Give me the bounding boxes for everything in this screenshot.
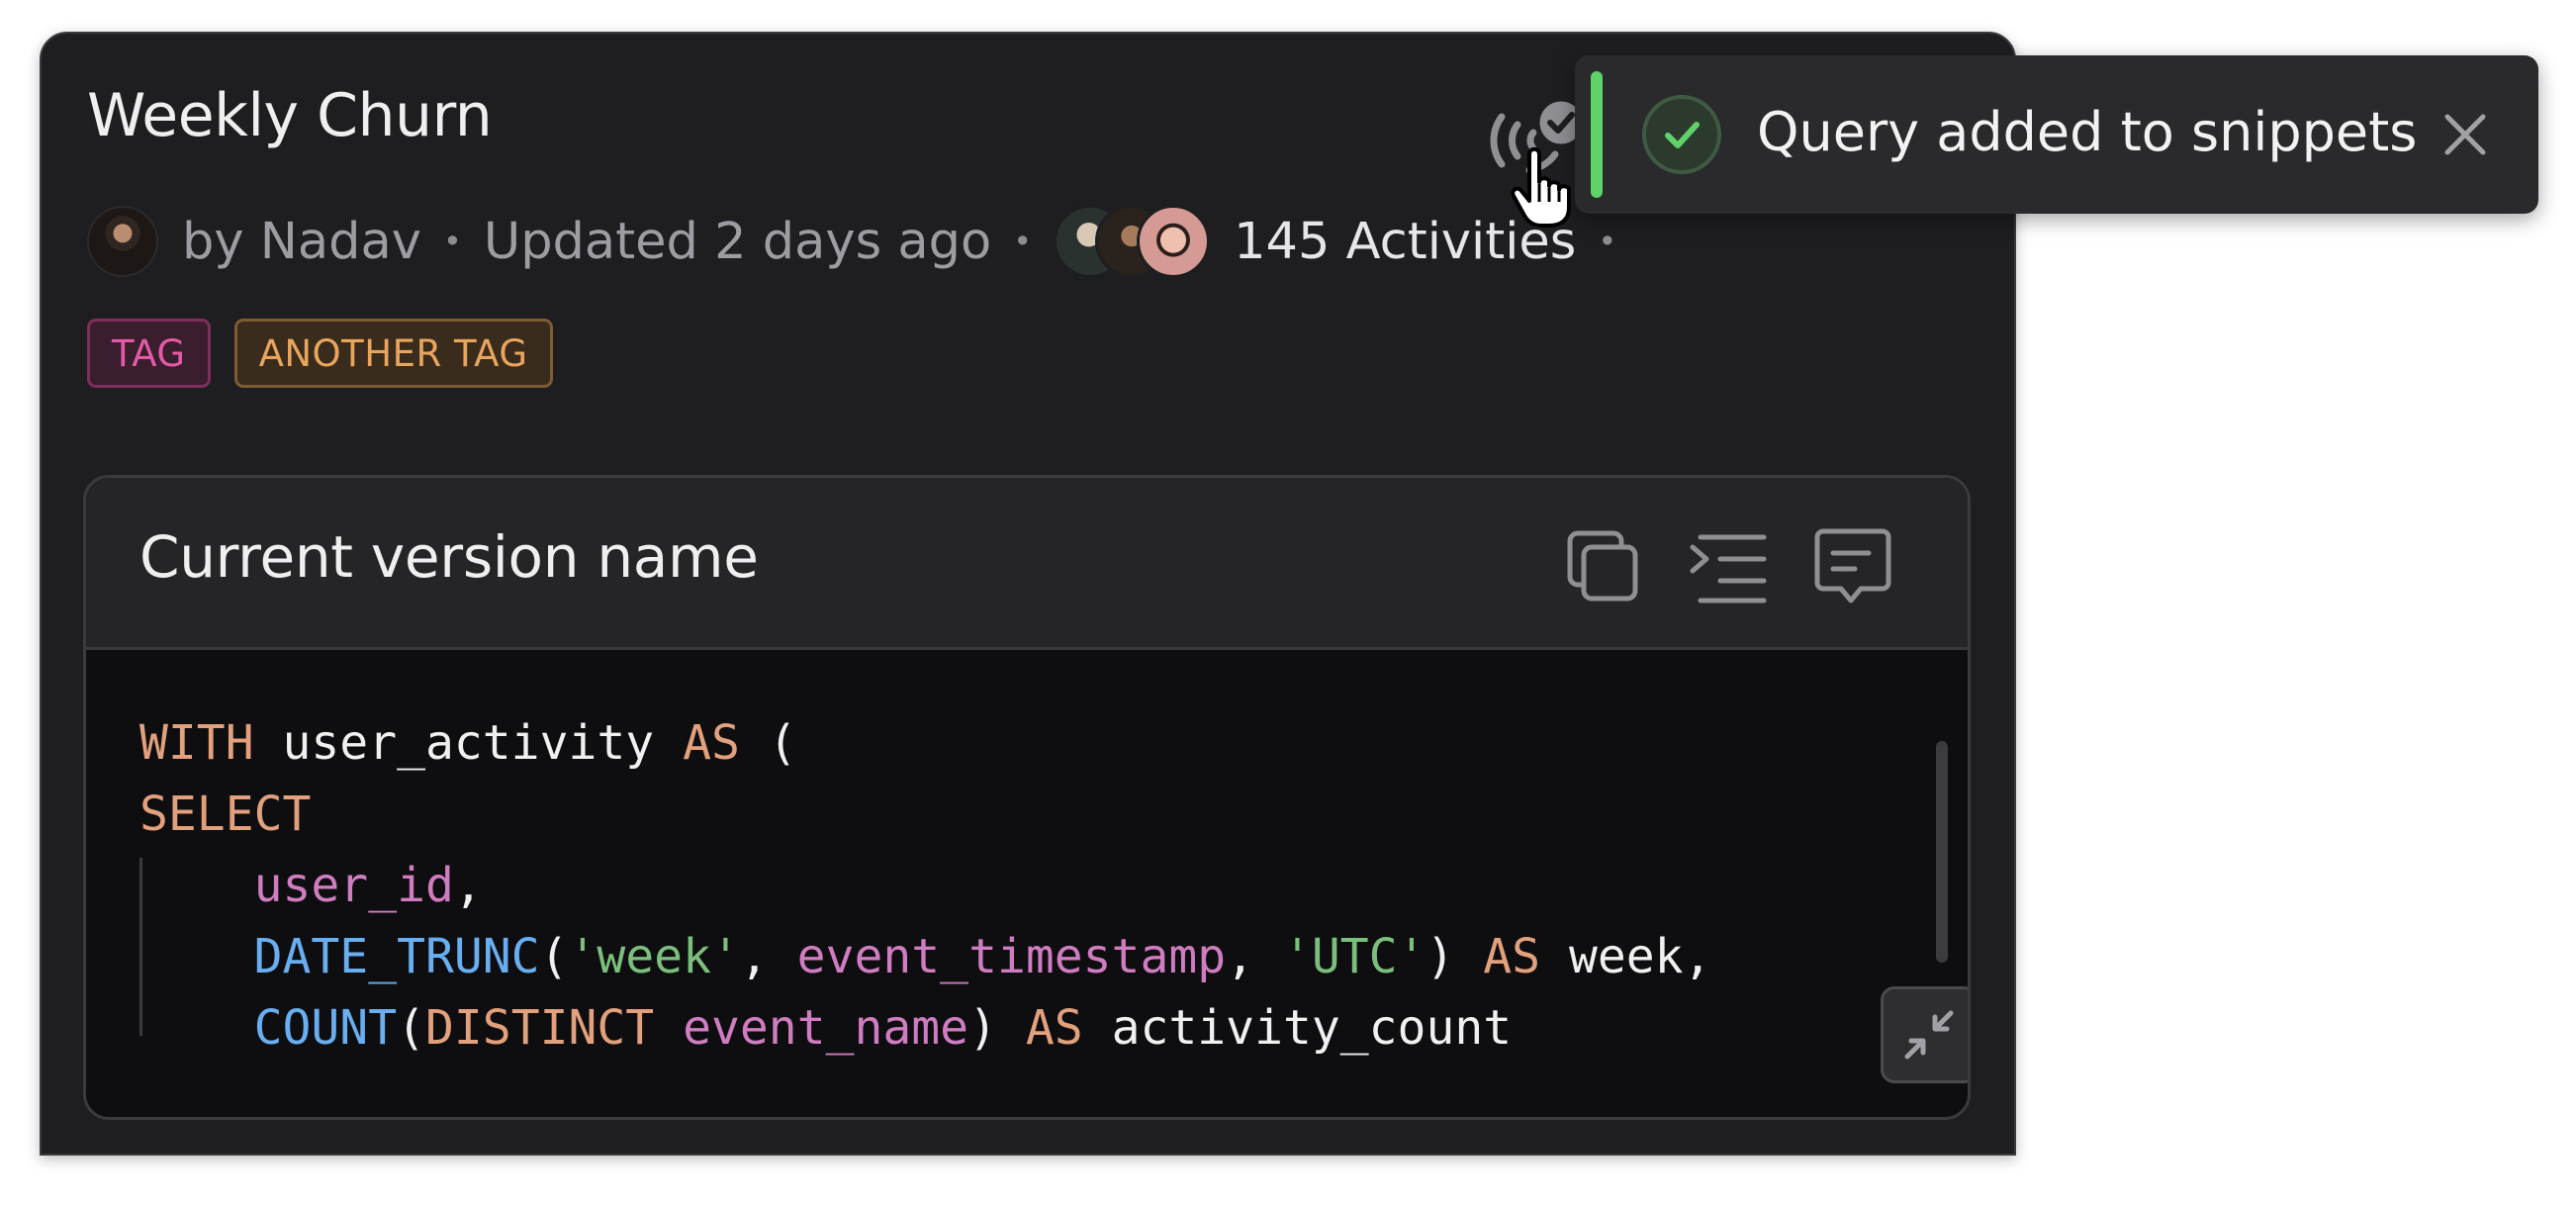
code-token: activity_count (1082, 1000, 1513, 1056)
separator-dot: • (1598, 223, 1617, 260)
code-token: event_name (683, 1000, 969, 1056)
comment-icon[interactable] (1811, 525, 1894, 608)
code-token: , (1226, 929, 1283, 984)
code-token: ( (397, 1000, 425, 1056)
code-token: 'UTC' (1282, 929, 1426, 984)
tag-badge[interactable]: TAG (87, 319, 211, 388)
code-token: DATE_TRUNC (253, 929, 540, 984)
code-token: ) (1426, 929, 1484, 984)
query-title: Weekly Churn (87, 81, 493, 150)
code-token: COUNT (253, 1000, 398, 1056)
meta-row: by Nadav • Updated 2 days ago • 145 Acti… (87, 204, 1638, 279)
code-token: ( (539, 929, 569, 984)
collapse-button[interactable] (1881, 986, 1968, 1083)
close-icon (2444, 114, 2486, 155)
code-token: user_activity (253, 715, 684, 771)
code-token: , (739, 929, 797, 984)
code-line: DATE_TRUNC('week', event_timestamp, 'UTC… (139, 921, 1712, 992)
tag-badge[interactable]: ANOTHER TAG (233, 319, 553, 388)
code-token: week, (1540, 929, 1712, 984)
close-button[interactable] (2430, 99, 2501, 170)
collapse-icon (1904, 1010, 1954, 1060)
check-circle-icon (1642, 95, 1721, 174)
tag-list: TAG ANOTHER TAG (87, 319, 553, 388)
avatar (1137, 205, 1211, 278)
success-toast: Query added to snippets (1575, 55, 2538, 214)
version-name: Current version name (139, 523, 759, 591)
author-name[interactable]: by Nadav (182, 213, 421, 271)
code-line: user_id, (139, 850, 1711, 921)
scrollbar[interactable] (1936, 741, 1948, 963)
code-line: COUNT(DISTINCT event_name) AS activity_c… (139, 992, 1711, 1064)
code-token: user_id (253, 858, 454, 913)
code-token: WITH (139, 715, 254, 771)
code-editor[interactable]: WITH user_activity AS ( SELECT user_id, D… (139, 707, 1711, 1064)
code-line: WITH user_activity AS ( (139, 707, 1711, 779)
code-token: AS (1483, 929, 1541, 984)
collaborator-avatars[interactable] (1054, 205, 1211, 278)
code-token: ) (968, 1000, 1026, 1056)
code-token: 'week' (568, 929, 740, 984)
panel-header: Current version name (86, 478, 1968, 650)
code-token: SELECT (139, 787, 312, 842)
code-token: DISTINCT (425, 1000, 655, 1056)
code-token: AS (1025, 1000, 1083, 1056)
separator-dot: • (1013, 223, 1033, 260)
hand-cursor-icon (1511, 146, 1571, 228)
author-avatar[interactable] (87, 206, 158, 277)
copy-icon[interactable] (1560, 525, 1643, 608)
toast-message: Query added to snippets (1757, 101, 2418, 163)
separator-dot: • (442, 223, 462, 260)
code-token: , (453, 858, 483, 913)
updated-time: Updated 2 days ago (483, 212, 992, 271)
code-token: event_timestamp (796, 929, 1227, 984)
toast-status-bar (1591, 71, 1603, 198)
indent-icon[interactable] (1687, 525, 1770, 608)
query-panel: Current version name WITH user_activity … (83, 475, 1971, 1120)
code-token: AS (683, 715, 740, 771)
code-line: SELECT (139, 779, 1711, 850)
code-token: ( (739, 715, 797, 771)
